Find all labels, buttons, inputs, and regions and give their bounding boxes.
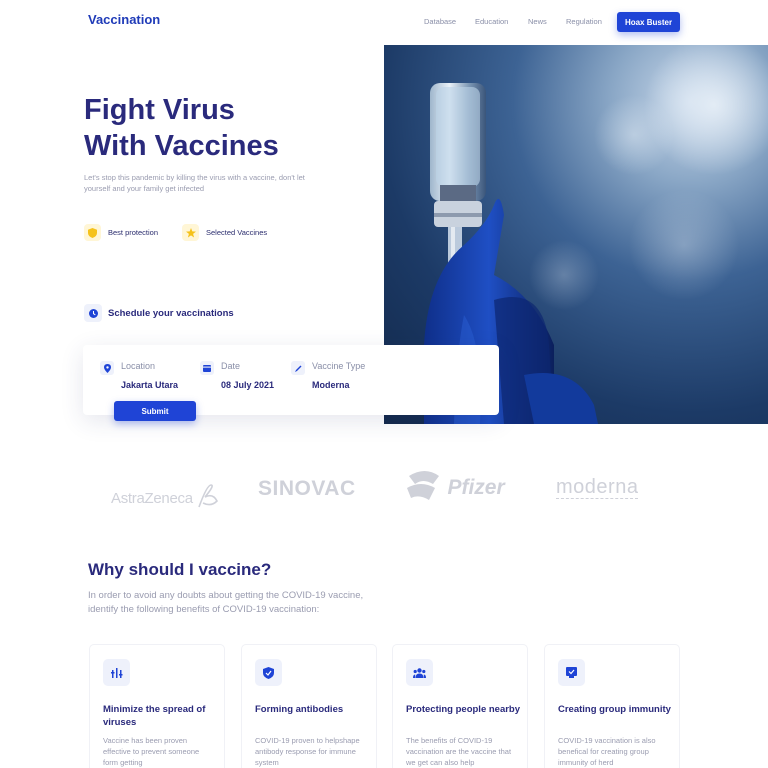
syringe-icon	[291, 361, 305, 375]
date-label: Date	[221, 361, 241, 371]
nav-education[interactable]: Education	[475, 17, 508, 26]
feature-label: Selected Vaccines	[206, 228, 268, 237]
star-icon	[182, 224, 199, 241]
feature-selected-vaccines: Selected Vaccines	[182, 224, 267, 241]
schedule-title: Schedule your vaccinations	[108, 307, 234, 319]
benefit-card-antibodies: Forming antibodies COVID-19 proven to he…	[241, 644, 377, 768]
date-value[interactable]: 08 July 2021	[221, 380, 274, 390]
astrazeneca-logo-text: AstraZeneca	[111, 490, 193, 507]
brand-astrazeneca: AstraZeneca	[111, 483, 219, 509]
submit-button[interactable]: Submit	[114, 401, 196, 421]
benefit-text: The benefits of COVID-19 vaccination are…	[406, 736, 512, 767]
nav-regulation[interactable]: Regulation	[566, 17, 602, 26]
location-value[interactable]: Jakarta Utara	[121, 380, 178, 390]
hero-subtitle: Let's stop this pandemic by killing the …	[84, 173, 305, 193]
feature-label: Best protection	[108, 228, 159, 237]
filter-icon	[103, 659, 130, 686]
hero-title-line2: With Vaccines	[84, 130, 279, 162]
vaccine-type-value[interactable]: Moderna	[312, 380, 350, 390]
shield-icon	[84, 224, 101, 241]
benefit-card-protecting: Protecting people nearby The benefits of…	[392, 644, 528, 768]
why-title: Why should I vaccine?	[88, 560, 272, 579]
benefit-text: COVID-19 proven to helpshape antibody re…	[255, 736, 360, 767]
hero-title: Fight Virus With Vaccines	[84, 92, 279, 164]
benefit-text: Vaccine has been proven effective to pre…	[103, 736, 200, 767]
benefit-title: Protecting people nearby	[406, 704, 521, 715]
clock-icon	[84, 304, 102, 322]
astrazeneca-logo-icon	[197, 484, 218, 508]
pfizer-logo-text: Pfizer	[447, 476, 505, 499]
brand-pfizer: Pfizer	[405, 468, 505, 506]
benefit-card-spread: Minimize the spread of viruses Vaccine h…	[89, 644, 225, 768]
schedule-heading: Schedule your vaccinations	[84, 304, 234, 322]
site-logo[interactable]: Vaccination	[88, 12, 160, 27]
certificate-icon	[558, 659, 585, 686]
pfizer-logo-icon	[407, 471, 439, 500]
benefit-title: Forming antibodies	[255, 704, 344, 715]
feature-best-protection: Best protection	[84, 224, 158, 241]
calendar-icon	[200, 361, 214, 375]
benefit-title: Creating group immunity	[558, 704, 671, 715]
vaccine-type-label: Vaccine Type	[312, 361, 366, 371]
nav-news[interactable]: News	[528, 17, 547, 26]
brand-moderna: moderna	[556, 476, 639, 499]
brand-sinovac: SINOVAC	[258, 477, 356, 500]
shield-check-icon	[255, 659, 282, 686]
benefit-card-immunity: Creating group immunity COVID-19 vaccina…	[544, 644, 680, 768]
location-label: Location	[121, 361, 156, 371]
benefit-title: Minimize the spread of viruses	[103, 704, 206, 728]
people-icon	[406, 659, 433, 686]
hero-title-line1: Fight Virus	[84, 94, 235, 126]
why-subtitle: In order to avoid any doubts about getti…	[88, 590, 364, 615]
benefit-text: COVID-19 vaccination is also benefical f…	[558, 736, 656, 767]
location-pin-icon	[100, 361, 114, 375]
hoax-buster-button[interactable]: Hoax Buster	[617, 12, 680, 32]
nav-database[interactable]: Database	[424, 17, 456, 26]
